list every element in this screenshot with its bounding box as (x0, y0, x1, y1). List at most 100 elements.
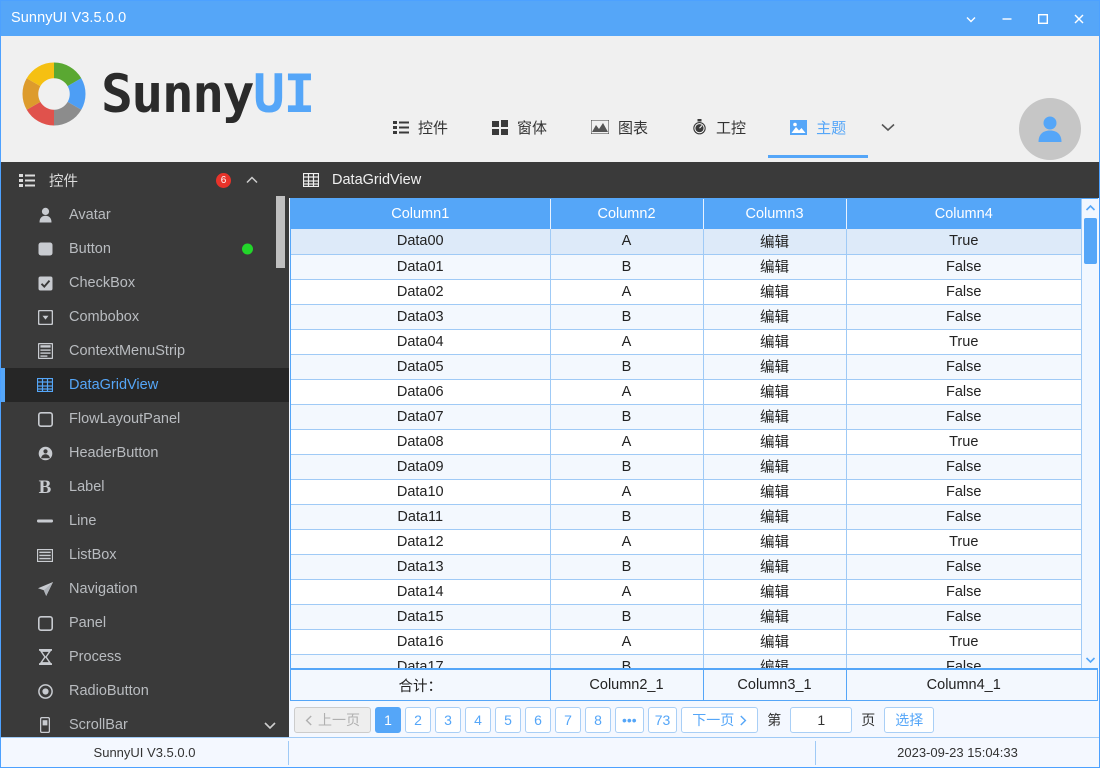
table-cell[interactable]: A (550, 629, 704, 655)
page-button[interactable]: 1 (375, 707, 401, 733)
sidebar-item-avatar[interactable]: Avatar (1, 198, 289, 232)
grid-scrollbar-thumb[interactable] (1084, 218, 1097, 264)
maximize-icon[interactable] (1025, 1, 1061, 36)
avatar[interactable] (1019, 98, 1081, 160)
table-row[interactable]: Data03 B 编辑 False (291, 304, 1081, 330)
sidebar-item-headerbutton[interactable]: HeaderButton (1, 436, 289, 470)
table-cell[interactable]: Data16 (291, 629, 551, 655)
table-row[interactable]: Data00 A 编辑 True (291, 229, 1081, 255)
table-row[interactable]: Data16 A 编辑 True (291, 629, 1081, 655)
table-cell[interactable]: False (846, 654, 1081, 668)
sidebar-item-line[interactable]: Line (1, 504, 289, 538)
table-cell[interactable]: A (550, 229, 704, 255)
table-cell[interactable]: B (550, 354, 704, 380)
sidebar-header[interactable]: 控件 6 (1, 162, 289, 198)
page-number-input[interactable] (790, 707, 853, 733)
table-cell[interactable]: B (550, 304, 704, 330)
prev-page-button[interactable]: 上一页 (294, 707, 371, 733)
table-row[interactable]: Data14 A 编辑 False (291, 579, 1081, 605)
table-cell[interactable]: 编辑 (703, 329, 847, 355)
table-row[interactable]: Data13 B 编辑 False (291, 554, 1081, 580)
table-cell[interactable]: Data13 (291, 554, 551, 580)
table-cell[interactable]: True (846, 329, 1081, 355)
page-button[interactable]: 7 (555, 707, 581, 733)
scroll-up-icon[interactable] (1082, 199, 1099, 216)
table-cell[interactable]: 编辑 (703, 404, 847, 430)
table-cell[interactable]: A (550, 379, 704, 405)
sidebar-item-checkbox[interactable]: CheckBox (1, 266, 289, 300)
table-cell[interactable]: B (550, 554, 704, 580)
sidebar-item-button[interactable]: Button (1, 232, 289, 266)
table-row[interactable]: Data09 B 编辑 False (291, 454, 1081, 480)
table-cell[interactable]: B (550, 504, 704, 530)
table-cell[interactable]: False (846, 554, 1081, 580)
table-cell[interactable]: A (550, 429, 704, 455)
sidebar-item-panel[interactable]: Panel (1, 606, 289, 640)
table-cell[interactable]: False (846, 404, 1081, 430)
table-cell[interactable]: Data08 (291, 429, 551, 455)
last-page-button[interactable]: 73 (647, 707, 678, 733)
sidebar-scrollbar-thumb[interactable] (276, 196, 285, 268)
table-cell[interactable]: True (846, 429, 1081, 455)
table-cell[interactable]: 编辑 (703, 629, 847, 655)
page-button[interactable]: 8 (585, 707, 611, 733)
nav-item-industrial[interactable]: 工控 (670, 96, 768, 158)
table-row[interactable]: Data11 B 编辑 False (291, 504, 1081, 530)
table-cell[interactable]: B (550, 454, 704, 480)
table-row[interactable]: Data05 B 编辑 False (291, 354, 1081, 380)
table-cell[interactable]: True (846, 229, 1081, 255)
table-cell[interactable]: True (846, 629, 1081, 655)
nav-item-forms[interactable]: 窗体 (470, 96, 569, 158)
table-row[interactable]: Data06 A 编辑 False (291, 379, 1081, 405)
table-cell[interactable]: False (846, 254, 1081, 280)
nav-item-charts[interactable]: 图表 (569, 96, 670, 158)
column-header[interactable]: Column4 (846, 199, 1081, 229)
page-ellipsis-button[interactable]: ••• (615, 707, 644, 733)
table-cell[interactable]: B (550, 254, 704, 280)
table-cell[interactable]: 编辑 (703, 304, 847, 330)
column-header[interactable]: Column1 (291, 199, 551, 229)
page-button[interactable]: 4 (465, 707, 491, 733)
sidebar-item-datagridview[interactable]: DataGridView (1, 368, 289, 402)
table-cell[interactable]: Data01 (291, 254, 551, 280)
close-icon[interactable] (1061, 1, 1097, 36)
sidebar-item-process[interactable]: Process (1, 640, 289, 674)
table-cell[interactable]: Data05 (291, 354, 551, 380)
table-cell[interactable]: False (846, 504, 1081, 530)
table-cell[interactable]: 编辑 (703, 254, 847, 280)
grid-vertical-scrollbar[interactable] (1081, 199, 1098, 668)
table-cell[interactable]: B (550, 404, 704, 430)
table-row[interactable]: Data01 B 编辑 False (291, 254, 1081, 280)
sidebar-item-contextmenustrip[interactable]: ContextMenuStrip (1, 334, 289, 368)
table-cell[interactable]: 编辑 (703, 454, 847, 480)
table-cell[interactable]: False (846, 354, 1081, 380)
table-row[interactable]: Data15 B 编辑 False (291, 604, 1081, 630)
table-cell[interactable]: Data11 (291, 504, 551, 530)
table-cell[interactable]: 编辑 (703, 429, 847, 455)
table-cell[interactable]: 编辑 (703, 604, 847, 630)
table-cell[interactable]: 编辑 (703, 279, 847, 305)
sidebar-item-navigation[interactable]: Navigation (1, 572, 289, 606)
sidebar-item-scrollbar[interactable]: ScrollBar (1, 708, 289, 737)
table-cell[interactable]: Data04 (291, 329, 551, 355)
table-cell[interactable]: B (550, 604, 704, 630)
sidebar-item-radiobutton[interactable]: RadioButton (1, 674, 289, 708)
table-cell[interactable]: A (550, 329, 704, 355)
table-row[interactable]: Data07 B 编辑 False (291, 404, 1081, 430)
page-button[interactable]: 6 (525, 707, 551, 733)
table-row[interactable]: Data04 A 编辑 True (291, 329, 1081, 355)
table-cell[interactable]: Data17 (291, 654, 551, 668)
table-cell[interactable]: 编辑 (703, 479, 847, 505)
chevron-up-icon[interactable] (243, 171, 261, 189)
chevron-down-icon[interactable] (953, 1, 989, 36)
table-row[interactable]: Data08 A 编辑 True (291, 429, 1081, 455)
sidebar-scrollbar[interactable] (276, 192, 285, 727)
scroll-down-icon[interactable] (1082, 651, 1099, 668)
table-cell[interactable]: A (550, 529, 704, 555)
page-button[interactable]: 2 (405, 707, 431, 733)
table-cell[interactable]: 编辑 (703, 354, 847, 380)
table-cell[interactable]: Data07 (291, 404, 551, 430)
nav-item-controls[interactable]: 控件 (371, 96, 470, 158)
table-cell[interactable]: A (550, 479, 704, 505)
data-grid[interactable]: Column1 Column2 Column3 Column4 Data00 A 编… (290, 198, 1098, 669)
